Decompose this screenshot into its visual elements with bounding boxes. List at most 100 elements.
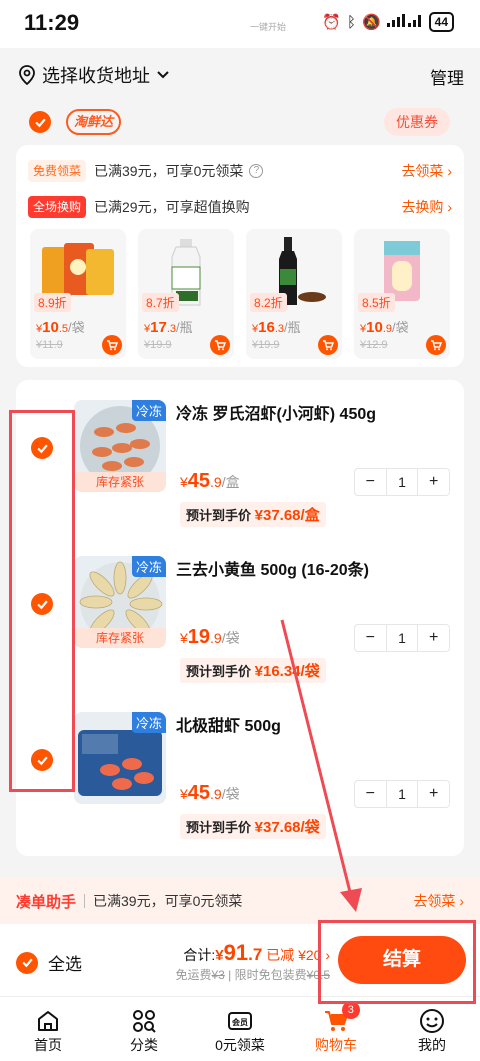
item-image[interactable]: 冷冻 库存紧张 <box>74 400 166 492</box>
tab-cart[interactable]: 3 购物车 <box>288 997 384 1061</box>
decrease-button[interactable]: − <box>355 781 386 807</box>
tab-home[interactable]: 首页 <box>0 997 96 1061</box>
original-price: ¥11.9 <box>36 339 63 351</box>
helper-title: 凑单助手 <box>16 893 77 911</box>
low-stock-label: 库存紧张 <box>74 628 166 648</box>
item-price: ¥19.9/袋 <box>180 626 240 648</box>
promo-row-free-veg: 免费领菜 已满39元，可享0元领菜 ? 去领菜 › <box>28 159 452 183</box>
help-icon[interactable]: ? <box>249 164 264 178</box>
promo-tag: 免费领菜 <box>28 160 87 182</box>
tab-free-veg[interactable]: 会员 0元领菜 <box>192 997 288 1061</box>
status-carrier: 一键开始 <box>250 22 287 32</box>
quantity-value[interactable]: 1 <box>385 625 419 651</box>
recommend-list: 8.9折 ¥10.5/袋 ¥11.9 8.7折 ¥17.3/瓶 ¥19.9 8.… <box>30 229 450 359</box>
status-bar: 11:29 一键开始 ⏰ ᛒ 🔕 44 <box>0 0 480 48</box>
item-title[interactable]: 北极甜虾 500g <box>176 712 281 736</box>
tab-label: 购物车 <box>315 1037 357 1053</box>
category-icon <box>133 1010 156 1033</box>
bundle-helper-bar: 凑单助手 已满39元，可享0元领菜 去领菜 › <box>0 878 480 924</box>
tab-profile[interactable]: 我的 <box>384 997 480 1061</box>
discount-badge: 8.7折 <box>142 293 179 312</box>
select-all-label: 全选 <box>48 955 82 974</box>
bottom-tab-bar: 首页 分类 会员 0元领菜 3 购物车 我的 <box>0 996 480 1061</box>
recommend-item[interactable]: 8.9折 ¥10.5/袋 ¥11.9 <box>30 229 126 359</box>
item-image[interactable]: 冷冻 库存紧张 <box>74 556 166 648</box>
increase-button[interactable]: + <box>418 781 449 807</box>
helper-get-veg-link[interactable]: 去领菜 › <box>413 891 464 911</box>
promo-row-swap: 全场换购 已满29元，可享超值换购 去换购 › <box>28 195 452 219</box>
product-price: ¥10.9/袋 <box>360 319 409 336</box>
tab-label: 首页 <box>34 1037 62 1053</box>
quantity-value[interactable]: 1 <box>385 781 419 807</box>
product-price: ¥17.3/瓶 <box>144 319 193 336</box>
item-price: ¥45.9/袋 <box>180 782 240 804</box>
item-price: ¥45.9/盒 <box>180 470 240 492</box>
original-price: ¥12.9 <box>360 339 388 351</box>
fee-line: 免运费¥3 | 限时免包装费¥0.5 <box>175 968 330 982</box>
increase-button[interactable]: + <box>418 625 449 651</box>
helper-text: 已满39元，可享0元领菜 <box>93 893 243 909</box>
quantity-stepper: − 1 + <box>354 780 450 808</box>
chevron-down-icon <box>157 71 169 79</box>
recommend-item[interactable]: 8.5折 ¥10.9/袋 ¥12.9 <box>354 229 450 359</box>
item-image[interactable]: 冷冻 <box>74 712 166 804</box>
discount-badge: 8.2折 <box>250 293 287 312</box>
decrease-button[interactable]: − <box>355 625 386 651</box>
coupon-button[interactable]: 优惠券 <box>384 108 450 136</box>
product-price: ¥16.3/瓶 <box>252 319 301 336</box>
tab-label: 我的 <box>418 1037 446 1053</box>
recommend-item[interactable]: 8.2折 ¥16.3/瓶 ¥19.9 <box>246 229 342 359</box>
promo-card: 免费领菜 已满39元，可享0元领菜 ? 去领菜 › 全场换购 已满29元，可享超… <box>16 145 464 367</box>
add-to-cart-icon[interactable] <box>318 335 338 355</box>
location-pin-icon <box>19 65 35 85</box>
select-all[interactable]: 全选 <box>16 950 82 975</box>
member-icon: 会员 <box>228 1012 252 1030</box>
add-to-cart-icon[interactable] <box>102 335 122 355</box>
total-line: 合计:¥91.7 已减 ¥20 › <box>183 940 330 965</box>
quantity-value[interactable]: 1 <box>385 469 419 495</box>
swap-link[interactable]: 去换购 › <box>401 197 452 217</box>
add-to-cart-icon[interactable] <box>210 335 230 355</box>
quantity-stepper: − 1 + <box>354 468 450 496</box>
cart-items-card: 冷冻 库存紧张 冷冻 罗氏沼虾(小河虾) 450g ¥45.9/盒 − 1 + … <box>16 380 464 856</box>
increase-button[interactable]: + <box>418 469 449 495</box>
store-checkbox[interactable] <box>29 111 51 133</box>
low-stock-label: 库存紧张 <box>74 472 166 492</box>
profile-icon <box>420 1009 444 1033</box>
status-icons: ⏰ ᛒ 🔕 44 <box>322 12 454 32</box>
product-price: ¥10.5/袋 <box>36 319 85 336</box>
store-bar: 淘鲜达 优惠券 <box>16 103 464 141</box>
tab-label: 0元领菜 <box>215 1037 265 1053</box>
get-veg-link[interactable]: 去领菜 › <box>401 161 452 181</box>
add-to-cart-icon[interactable] <box>426 335 446 355</box>
signal-icon <box>386 13 423 31</box>
annotation-box-checkout <box>318 920 476 1004</box>
cart-item: 冷冻 库存紧张 三去小黄鱼 500g (16-20条) ¥19.9/袋 − 1 … <box>16 536 464 686</box>
select-all-checkbox[interactable] <box>16 951 38 974</box>
tab-label: 分类 <box>130 1037 158 1053</box>
recommend-item[interactable]: 8.7折 ¥17.3/瓶 ¥19.9 <box>138 229 234 359</box>
item-title[interactable]: 冷冻 罗氏沼虾(小河虾) 450g <box>176 400 376 424</box>
status-time: 11:29 <box>24 10 80 35</box>
checkmark-icon <box>34 118 46 127</box>
frozen-tag: 冷冻 <box>131 556 166 577</box>
promo-text: 已满29元，可享超值换购 <box>94 199 250 215</box>
home-icon <box>38 1011 58 1031</box>
item-title[interactable]: 三去小黄鱼 500g (16-20条) <box>176 556 369 580</box>
battery-icon: 44 <box>428 12 454 32</box>
tab-category[interactable]: 分类 <box>96 997 192 1061</box>
annotation-box-checkboxes <box>9 410 75 792</box>
quantity-stepper: − 1 + <box>354 624 450 652</box>
manage-button[interactable]: 管理 <box>430 64 464 89</box>
frozen-tag: 冷冻 <box>131 712 166 733</box>
promo-text: 已满39元，可享0元领菜 <box>94 163 244 179</box>
checkmark-icon <box>21 958 33 968</box>
store-logo[interactable]: 淘鲜达 <box>66 109 122 135</box>
total-amount: ¥91.7 <box>215 940 263 965</box>
cart-item: 冷冻 北极甜虾 500g ¥45.9/袋 − 1 + 预计到手价 ¥37.68/… <box>16 692 464 842</box>
divider <box>84 894 86 908</box>
decrease-button[interactable]: − <box>355 469 386 495</box>
frozen-tag: 冷冻 <box>131 400 166 421</box>
original-price: ¥19.9 <box>252 339 280 351</box>
address-selector[interactable]: 选择收货地址 <box>18 62 170 88</box>
